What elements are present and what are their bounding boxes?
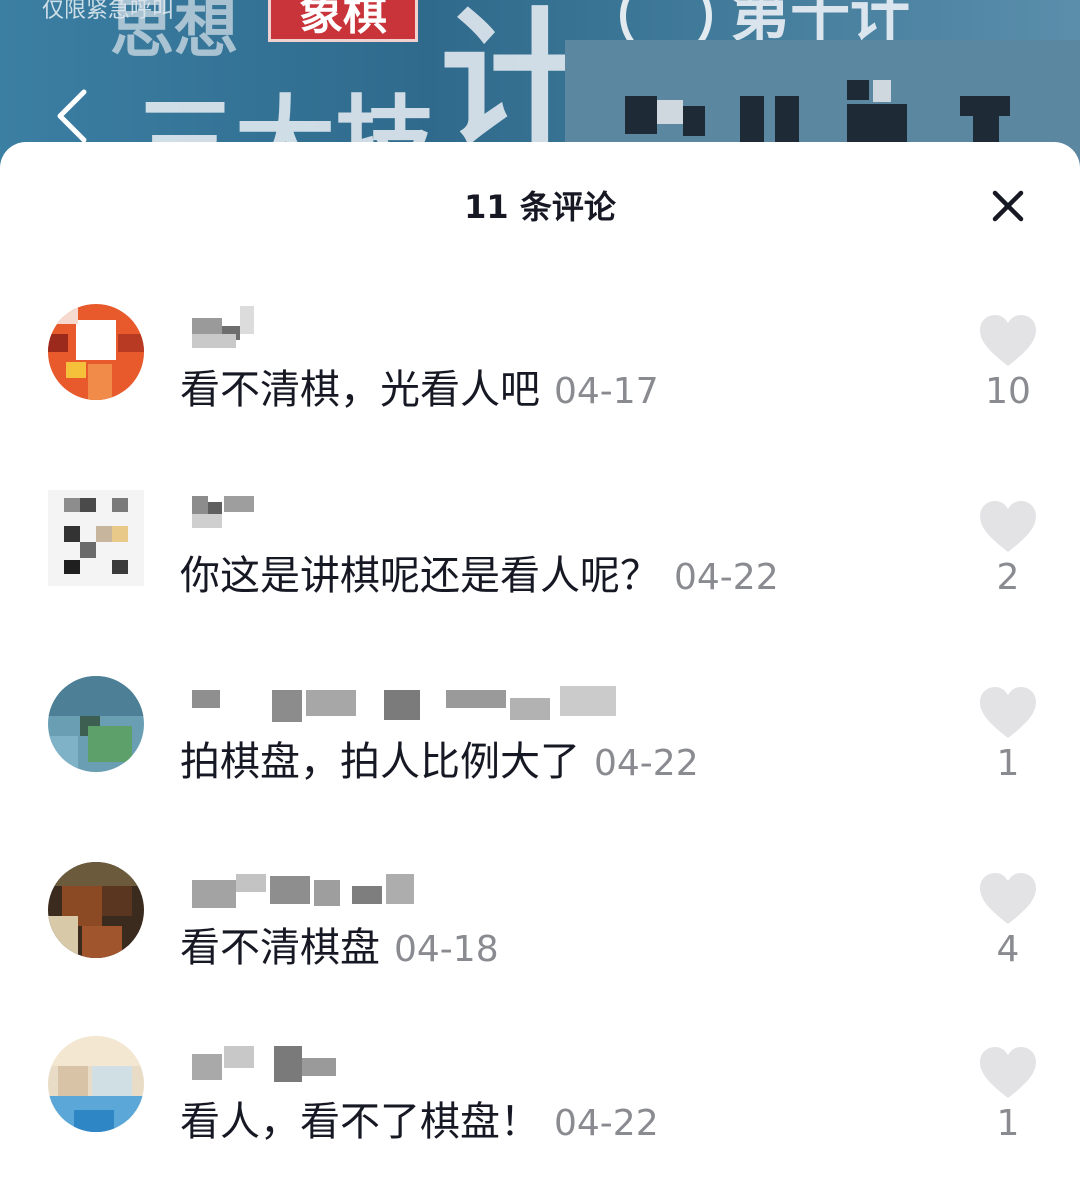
like-button[interactable]: 1	[974, 1046, 1042, 1170]
avatar[interactable]	[48, 1036, 144, 1132]
comment-item: 看人，看不了棋盘！ 04-22 1	[0, 1036, 1080, 1196]
like-count: 1	[996, 743, 1020, 784]
username-blurred[interactable]	[190, 676, 630, 724]
close-icon[interactable]	[984, 182, 1032, 230]
comment-text: 看不清棋盘	[180, 925, 380, 971]
username-blurred[interactable]	[190, 1036, 630, 1084]
like-count: 10	[985, 371, 1031, 412]
comment-body: 看人，看不了棋盘！ 04-22	[180, 1094, 659, 1152]
video-title-glyph-top: 思想	[110, 0, 238, 67]
heart-icon	[980, 315, 1036, 366]
avatar[interactable]	[48, 490, 144, 586]
comment-date: 04-17	[554, 371, 659, 412]
comment-date: 04-22	[554, 1103, 659, 1144]
comment-body: 看不清棋盘 04-18	[180, 920, 499, 978]
username-blurred[interactable]	[190, 490, 630, 538]
comments-sheet: 11 条评论 看不清棋，光看人吧 04-17 10 你这是讲棋呢还是看人呢？ 0…	[0, 142, 1080, 1204]
heart-icon	[980, 873, 1036, 924]
comment-text: 看人，看不了棋盘！	[180, 1099, 540, 1145]
avatar[interactable]	[48, 862, 144, 958]
comment-text: 看不清棋，光看人吧	[180, 367, 540, 413]
like-button[interactable]: 1	[974, 686, 1042, 810]
like-count: 4	[996, 929, 1020, 970]
comment-item: 看不清棋盘 04-18 4	[0, 862, 1080, 1022]
like-button[interactable]: 10	[974, 314, 1042, 438]
like-count: 2	[996, 557, 1020, 598]
comment-item: 看不清棋，光看人吧 04-17 10	[0, 304, 1080, 464]
like-button[interactable]: 4	[974, 872, 1042, 996]
comment-item: 拍棋盘，拍人比例大了 04-22 1	[0, 676, 1080, 836]
heart-icon	[980, 501, 1036, 552]
comment-text: 拍棋盘，拍人比例大了	[180, 739, 580, 785]
comment-date: 04-22	[594, 743, 699, 784]
username-blurred[interactable]	[190, 304, 630, 352]
heart-icon	[980, 1047, 1036, 1098]
comment-body: 看不清棋，光看人吧 04-17	[180, 362, 659, 420]
back-chevron-icon[interactable]	[52, 88, 92, 144]
like-button[interactable]: 2	[974, 500, 1042, 624]
video-banner-label: 象棋	[268, 0, 418, 42]
comment-body: 拍棋盘，拍人比例大了 04-22	[180, 734, 699, 792]
comments-count-title: 11 条评论	[464, 188, 616, 226]
comment-date: 04-18	[394, 929, 499, 970]
comment-item: 你这是讲棋呢还是看人呢？ 04-22 2	[0, 490, 1080, 650]
like-count: 1	[996, 1103, 1020, 1144]
avatar[interactable]	[48, 304, 144, 400]
avatar[interactable]	[48, 676, 144, 772]
comment-date: 04-22	[674, 557, 779, 598]
username-blurred[interactable]	[190, 862, 630, 910]
heart-icon	[980, 687, 1036, 738]
comment-text: 你这是讲棋呢还是看人呢？	[180, 553, 660, 599]
comments-header: 11 条评论	[0, 142, 1080, 266]
comment-body: 你这是讲棋呢还是看人呢？ 04-22	[180, 548, 779, 606]
